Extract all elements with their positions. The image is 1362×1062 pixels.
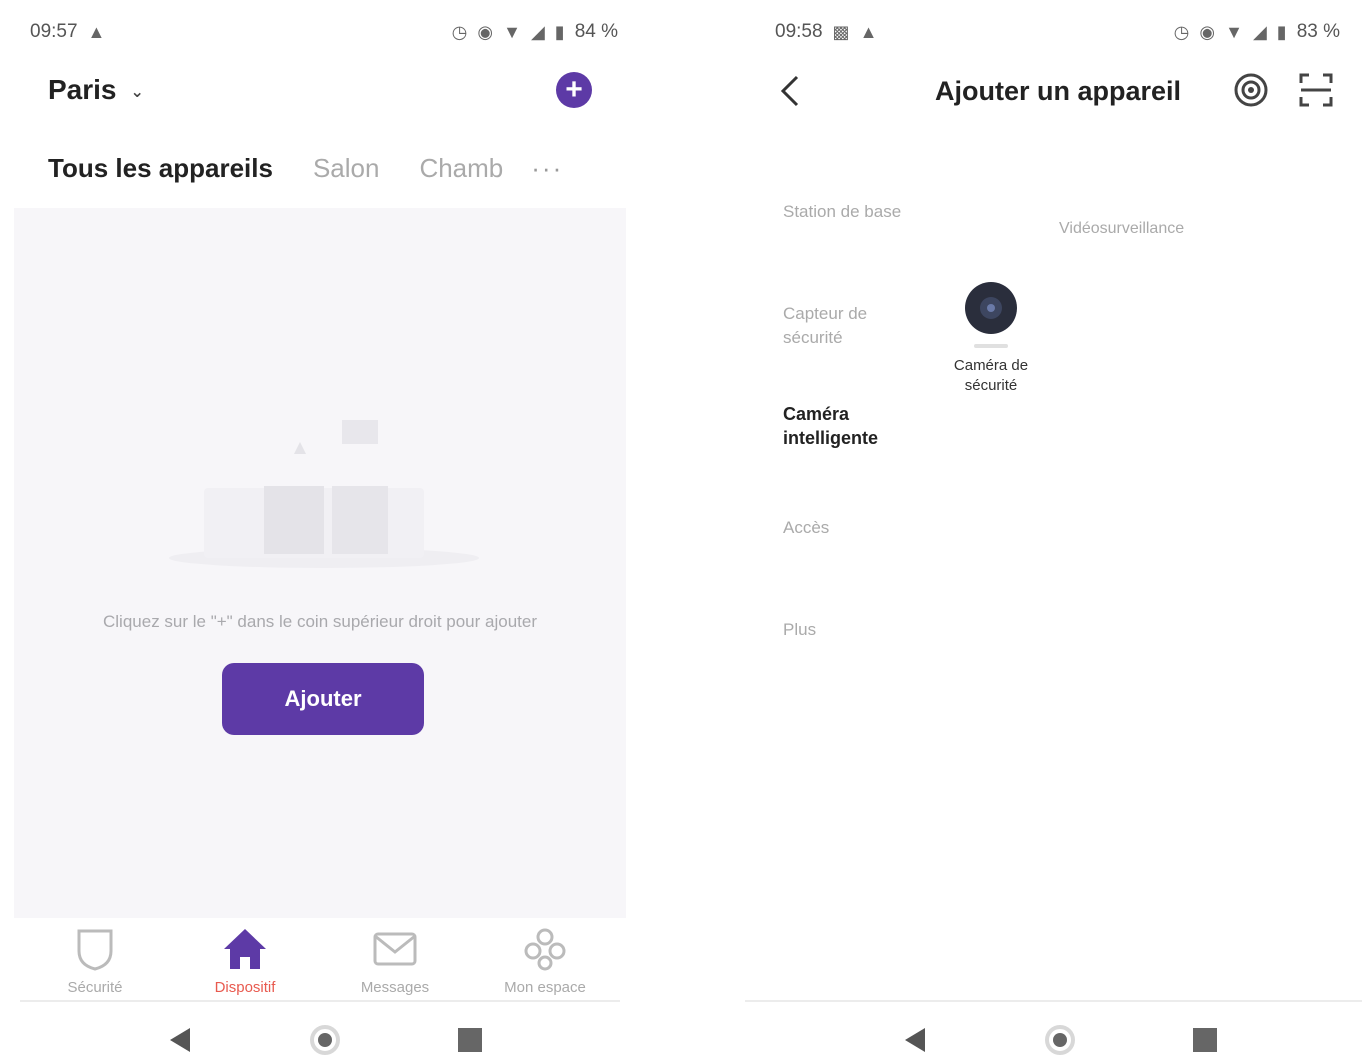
alarm-icon: ◷ [451,21,468,42]
category-smart-camera[interactable]: Caméra intelligente [783,402,913,450]
nav-security[interactable]: Sécurité [20,920,170,1000]
recents-button[interactable] [450,1020,490,1060]
nav-label: Sécurité [67,978,123,996]
category-security-sensor[interactable]: Capteur de sécurité [783,302,913,350]
alarm-icon: ◷ [1173,21,1190,42]
device-label: Caméra de sécurité [953,357,1029,394]
battery-level: 84 % [574,21,618,42]
section-header: Vidéosurveillance [1059,220,1185,237]
room-tabs: Tous les appareils Salon Chamb ··· [48,146,600,190]
nav-label: Messages [360,978,430,996]
recents-square-icon [1193,1028,1217,1052]
status-bar: 09:58 ▩ ▲ ◷ ◉ ▼ ◢ ▮ 83 % [775,18,1340,46]
notification-icon: ▲ [87,21,106,42]
add-button[interactable]: Ajouter [222,663,424,735]
home-circle-icon [1045,1025,1075,1055]
camera-icon [965,282,1017,334]
profile-icon [523,925,567,973]
back-triangle-icon [905,1028,925,1052]
nav-label: Mon espace [504,978,586,996]
tab-chambre[interactable]: Chamb [419,153,503,184]
chevron-down-icon: ⌄ [130,84,144,101]
home-name: Paris [48,74,117,105]
empty-state: Cliquez sur le "+" dans le coin supérieu… [14,208,626,918]
mail-icon [373,925,417,973]
category-more[interactable]: Plus [783,618,913,642]
home-button[interactable] [1040,1020,1080,1060]
empty-home-illustration [169,420,479,568]
camera-base [974,344,1008,348]
back-button[interactable] [895,1020,935,1060]
back-button[interactable] [160,1020,200,1060]
status-bar: 09:57 ▲ ◷ ◉ ▼ ◢ ▮ 84 % [30,18,618,46]
system-nav [895,1018,1225,1062]
tab-all-devices[interactable]: Tous les appareils [48,153,273,184]
nav-devices[interactable]: Dispositif [170,920,320,1000]
auto-scan-icon[interactable] [1233,72,1269,113]
divider [745,1000,1362,1002]
home-header: Paris ⌄ + [48,66,596,114]
nav-label: Dispositif [214,978,276,996]
nav-messages[interactable]: Messages [320,920,470,1000]
empty-hint: Cliquez sur le "+" dans le coin supérieu… [103,612,537,631]
add-device-icon[interactable]: + [556,72,592,108]
system-nav [160,1018,490,1062]
eye-icon: ◉ [1199,21,1216,42]
home-selector[interactable]: Paris ⌄ [48,74,144,106]
battery-level: 83 % [1296,21,1340,42]
signal-icon: ◢ [530,21,545,42]
device-security-camera[interactable]: Caméra de sécurité [941,282,1041,396]
recents-square-icon [458,1028,482,1052]
recents-button[interactable] [1185,1020,1225,1060]
wifi-icon: ▼ [1225,21,1243,42]
devices-screen: 09:57 ▲ ◷ ◉ ▼ ◢ ▮ 84 % Paris ⌄ + Tous le… [0,0,640,1062]
notification-icon: ▲ [859,21,878,42]
more-tabs-icon[interactable]: ··· [531,153,563,184]
nav-my-space[interactable]: Mon espace [470,920,620,1000]
home-circle-icon [310,1025,340,1055]
wifi-icon: ▼ [503,21,521,42]
add-device-screen: 09:58 ▩ ▲ ◷ ◉ ▼ ◢ ▮ 83 % Ajouter un appa… [745,0,1362,1062]
category-base-station[interactable]: Station de base [783,200,913,224]
add-device-header: Ajouter un appareil [745,66,1362,118]
home-button[interactable] [305,1020,345,1060]
bottom-nav: Sécurité Dispositif Messages Mon espace [20,920,620,1002]
eye-icon: ◉ [477,21,494,42]
category-access[interactable]: Accès [783,516,913,540]
back-triangle-icon [170,1028,190,1052]
tab-salon[interactable]: Salon [313,153,380,184]
page-title: Ajouter un appareil [935,76,1182,106]
back-arrow-icon[interactable] [779,74,801,113]
image-icon: ▩ [832,21,850,42]
status-time: 09:58 [775,21,823,42]
signal-icon: ◢ [1252,21,1267,42]
battery-icon: ▮ [1276,21,1287,42]
battery-icon: ▮ [554,21,565,42]
shield-icon [75,925,115,973]
home-icon [222,925,268,973]
status-time: 09:57 [30,21,78,42]
qr-scan-icon[interactable] [1298,72,1334,113]
